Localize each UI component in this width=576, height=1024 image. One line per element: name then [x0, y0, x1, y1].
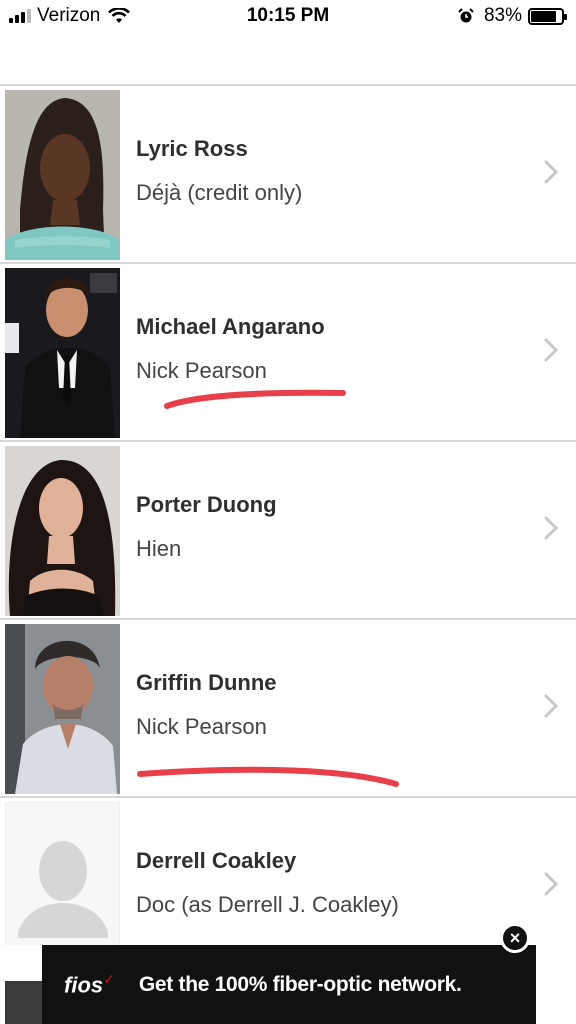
- role-name: Nick Pearson: [136, 714, 267, 739]
- cast-names: Derrell Coakley Doc (as Derrell J. Coakl…: [136, 848, 399, 918]
- actor-name: Griffin Dunne: [136, 670, 277, 695]
- chevron-right-icon: [544, 516, 558, 540]
- photo-image: [5, 90, 120, 260]
- chevron-right-icon: [544, 338, 558, 362]
- list-item[interactable]: Lyric Ross Déjà (credit only): [0, 86, 576, 264]
- actor-photo: [5, 268, 120, 438]
- chevron-right-icon: [544, 160, 558, 184]
- list-item[interactable]: Griffin Dunne Nick Pearson: [0, 620, 576, 798]
- photo-image: [5, 268, 120, 438]
- photo-image: [5, 30, 120, 80]
- battery-percent: 83%: [483, 5, 522, 26]
- close-glyph: ×: [509, 928, 521, 948]
- ad-gutter: [536, 945, 576, 1024]
- actor-name: Michael Angarano: [136, 314, 325, 339]
- cast-names: Michael Angarano Nick Pearson: [136, 314, 325, 384]
- close-icon[interactable]: ×: [500, 923, 530, 953]
- role-name: Nick Pearson: [136, 358, 267, 383]
- cast-names: Griffin Dunne Nick Pearson: [136, 670, 277, 740]
- actor-photo: [5, 446, 120, 616]
- actor-name: Derrell Coakley: [136, 848, 297, 873]
- photo-image: [5, 624, 120, 794]
- actor-photo: [5, 30, 120, 80]
- cast-names: Lyric Ross Déjà (credit only): [136, 136, 302, 206]
- role-name: Doc (as Derrell J. Coakley): [136, 892, 399, 917]
- ad-brand-logo: fios✓: [64, 970, 115, 998]
- cast-names: Porter Duong Hien: [136, 492, 277, 562]
- ad-banner[interactable]: fios✓ Get the 100% fiber-optic network.: [42, 945, 536, 1024]
- chevron-right-icon: [544, 694, 558, 718]
- list-item[interactable]: Porter Duong Hien: [0, 442, 576, 620]
- actor-name: Porter Duong: [136, 492, 277, 517]
- role-name: Déjà (credit only): [136, 180, 303, 205]
- list-item-partial: [0, 945, 42, 1024]
- role-name: Hien: [136, 536, 182, 561]
- status-bar: Verizon 10:15 PM 83%: [0, 0, 576, 32]
- battery-icon: [528, 7, 567, 25]
- actor-photo: [5, 624, 120, 794]
- list-item[interactable]: Michael Angarano Nick Pearson: [0, 264, 576, 442]
- battery-fill: [531, 10, 556, 22]
- actor-photo: [5, 90, 120, 260]
- actor-name: Lyric Ross: [136, 136, 248, 161]
- photo-image: [5, 446, 120, 616]
- chevron-right-icon: [544, 872, 558, 896]
- ad-text: Get the 100% fiber-optic network.: [138, 972, 462, 996]
- alarm-icon: [458, 8, 474, 23]
- status-right: 83%: [458, 5, 567, 27]
